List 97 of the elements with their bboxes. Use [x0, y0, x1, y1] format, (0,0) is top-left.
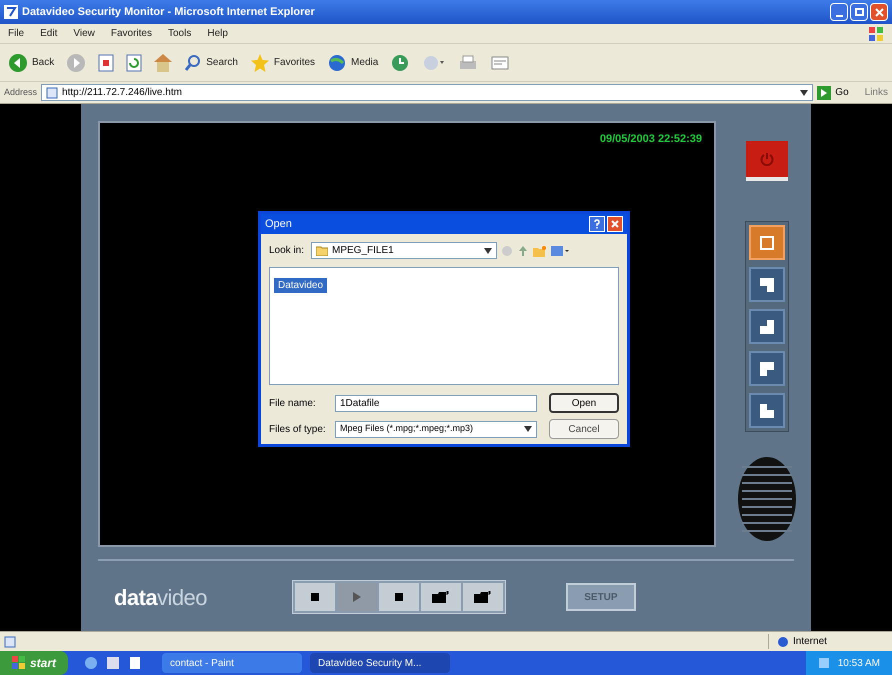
menu-item[interactable]: Help — [207, 26, 228, 41]
edit-page-icon — [490, 54, 510, 72]
speaker-grille-icon — [738, 457, 796, 541]
minimize-icon — [836, 15, 842, 17]
toolbar-button[interactable] — [490, 54, 510, 72]
maximize-icon — [854, 8, 864, 16]
stop-icon — [310, 593, 319, 601]
toolbar-button[interactable] — [390, 52, 410, 72]
layout-grid-icon — [759, 318, 775, 334]
home-icon — [154, 54, 172, 72]
dialog-close-button[interactable] — [607, 216, 623, 232]
history-icon — [390, 52, 410, 72]
close-button[interactable] — [870, 3, 888, 21]
play-icon — [352, 592, 361, 602]
address-value: http://211.72.7.246/live.htm — [62, 86, 182, 100]
links-label[interactable]: Links — [864, 85, 888, 100]
taskbar-task[interactable]: Datavideo Security M... — [310, 653, 450, 673]
layout-button[interactable] — [749, 309, 785, 344]
file-name-label: File name: — [269, 396, 317, 410]
folder-entry[interactable]: Datavideo — [274, 278, 328, 293]
quick-launch-icon[interactable] — [106, 656, 120, 670]
taskbar-task[interactable]: contact - Paint — [162, 653, 302, 673]
stop-icon — [394, 593, 403, 601]
page-status-icon — [4, 636, 16, 648]
file-type-label: Files of type: — [269, 422, 327, 436]
stop-page-icon — [98, 54, 114, 72]
dropdown-arrow-icon — [800, 90, 808, 96]
page-icon — [46, 86, 58, 98]
address-label: Address — [4, 86, 38, 99]
refresh-page-icon — [126, 54, 142, 72]
quick-launch-icon[interactable] — [128, 656, 142, 670]
view-menu-icon[interactable] — [551, 244, 569, 256]
power-icon — [760, 152, 774, 166]
toolbar-button[interactable]: Search — [184, 54, 238, 72]
globe-icon — [777, 636, 789, 648]
look-in-value: MPEG_FILE1 — [332, 244, 394, 258]
transport-button[interactable] — [462, 583, 503, 611]
transport-button[interactable] — [420, 583, 461, 611]
dropdown-arrow-icon — [484, 248, 492, 254]
help-icon — [594, 219, 600, 229]
toolbar-button[interactable] — [154, 54, 172, 72]
clock: 10:53 AM — [838, 656, 880, 670]
layout-button[interactable] — [749, 393, 785, 428]
transport-button[interactable] — [378, 583, 419, 611]
look-in-dropdown[interactable]: MPEG_FILE1 — [311, 242, 497, 259]
star-icon — [250, 52, 270, 72]
globe-icon — [327, 52, 348, 72]
dropdown-arrow-icon — [524, 426, 532, 432]
zone-label: Internet — [793, 635, 827, 649]
menu-item[interactable]: Edit — [40, 26, 58, 41]
quick-launch-icon[interactable] — [84, 656, 98, 670]
folder-icon — [432, 591, 450, 603]
menu-item[interactable]: File — [8, 26, 24, 41]
timestamp: 09/05/2003 22:52:39 — [600, 132, 702, 147]
help-button[interactable] — [589, 216, 605, 232]
layout-grid-icon — [759, 276, 775, 292]
cancel-button[interactable]: Cancel — [549, 419, 619, 439]
toolbar-button[interactable] — [126, 54, 142, 72]
file-type-dropdown[interactable]: Mpeg Files (*.mpg;*.mpeg;*.mp3) — [335, 420, 537, 438]
open-button[interactable]: Open — [549, 393, 619, 413]
browser-logo-icon — [4, 5, 18, 19]
power-button[interactable] — [746, 141, 788, 181]
file-name-field[interactable]: 1Datafile — [335, 394, 537, 412]
windows-flag-icon — [868, 26, 884, 42]
dialog-title: Open — [265, 216, 292, 232]
menu-item[interactable]: Favorites — [110, 26, 152, 41]
menu-item[interactable]: View — [73, 26, 95, 41]
menu-item[interactable]: Tools — [168, 26, 192, 41]
printer-icon — [458, 54, 478, 72]
close-icon — [611, 220, 619, 228]
search-icon — [184, 54, 202, 72]
toolbar-button[interactable] — [458, 54, 478, 72]
layout-grid-icon — [759, 360, 775, 376]
layout-grid-icon — [759, 234, 775, 250]
address-field[interactable]: http://211.72.7.246/live.htm — [41, 84, 814, 101]
file-type-value: Mpeg Files (*.mpg;*.mpeg;*.mp3) — [340, 422, 474, 436]
layout-button[interactable] — [749, 225, 785, 260]
folder-icon — [316, 246, 328, 256]
layout-button[interactable] — [749, 351, 785, 386]
toolbar-button[interactable]: Media — [327, 52, 378, 72]
minimize-button[interactable] — [830, 3, 848, 21]
close-icon — [874, 8, 884, 16]
transport-button[interactable] — [294, 583, 335, 611]
layout-button[interactable] — [749, 267, 785, 302]
toolbar-button[interactable]: Back — [8, 52, 54, 72]
start-button[interactable]: start — [0, 651, 68, 675]
maximize-button[interactable] — [850, 3, 868, 21]
go-button[interactable]: Go — [817, 85, 849, 100]
window-title: Datavideo Security Monitor - Microsoft Internet Explorer — [22, 4, 315, 20]
toolbar-button[interactable] — [98, 54, 114, 72]
windows-flag-icon — [12, 656, 26, 670]
layout-grid-icon — [759, 402, 775, 418]
look-in-label: Look in: — [269, 244, 306, 258]
brand-logo: datavideo — [114, 584, 207, 612]
tray-icon — [818, 657, 830, 669]
folder-icon — [474, 591, 492, 603]
toolbar-button[interactable]: Favorites — [250, 52, 316, 72]
